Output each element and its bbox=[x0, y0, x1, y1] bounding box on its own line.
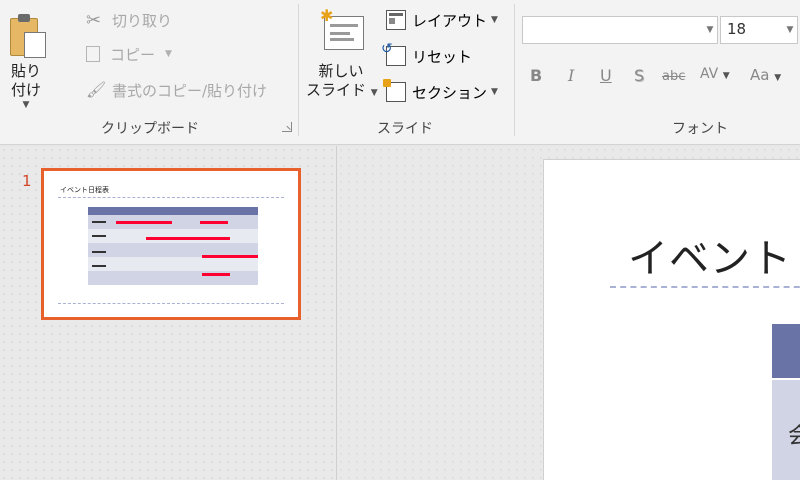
bold-button[interactable]: B bbox=[530, 66, 542, 85]
slide-title[interactable]: イベント bbox=[628, 226, 792, 284]
thumbnail-table-row bbox=[88, 215, 258, 229]
gantt-bar bbox=[146, 237, 230, 240]
slide-number: 1 bbox=[22, 172, 32, 190]
thumbnail-row-label bbox=[92, 265, 106, 267]
scissors-icon: ✂ bbox=[86, 10, 102, 31]
font-name-dropdown-icon[interactable]: ▼ bbox=[703, 17, 717, 43]
slides-group-label: スライド bbox=[377, 121, 433, 137]
reset-label: リセット bbox=[412, 47, 473, 66]
thumbnail-title: イベント日程表 bbox=[60, 186, 109, 194]
slide-title-divider bbox=[610, 286, 800, 288]
character-spacing-label: AV bbox=[700, 66, 719, 82]
character-spacing-button[interactable]: AV ▼ bbox=[700, 66, 730, 82]
format-painter-button[interactable]: 🖌 書式のコピー/貼り付け bbox=[86, 78, 267, 102]
copy-button[interactable]: コピー ▼ bbox=[86, 42, 172, 66]
slide-thumbnail[interactable]: イベント日程表 bbox=[41, 168, 301, 320]
underline-button[interactable]: U bbox=[600, 66, 612, 85]
text-shadow-button[interactable]: S bbox=[634, 66, 644, 85]
gantt-bar bbox=[200, 221, 228, 224]
strikethrough-button[interactable]: abc bbox=[662, 69, 685, 84]
thumbnail-row-label bbox=[92, 235, 106, 237]
thumbnail-row-label bbox=[92, 221, 106, 223]
layout-label: レイアウト bbox=[412, 11, 488, 30]
new-slide-label-line2: スライド bbox=[306, 81, 367, 99]
gantt-bar bbox=[116, 221, 172, 224]
new-slide-button[interactable]: 新しい スライド ▼ bbox=[306, 62, 378, 103]
ribbon: 貼り付け ▼ ✂ 切り取り コピー ▼ 🖌 書式のコピー/貼り付け クリップボー… bbox=[0, 0, 800, 145]
character-spacing-dropdown-icon[interactable]: ▼ bbox=[723, 71, 730, 81]
new-slide-icon[interactable]: ✱ bbox=[320, 8, 366, 52]
new-slide-label-line1: 新しい bbox=[318, 62, 364, 80]
copy-icon bbox=[86, 46, 100, 62]
section-label: セクション bbox=[412, 83, 488, 102]
paste-label: 貼り付け bbox=[10, 62, 41, 99]
section-dropdown-icon[interactable]: ▼ bbox=[491, 87, 498, 97]
thumbnail-table-header bbox=[88, 207, 258, 215]
thumbnail-table-row bbox=[88, 229, 258, 243]
thumbnail-table-row bbox=[88, 257, 258, 271]
section-button[interactable]: セクション ▼ bbox=[383, 79, 498, 104]
thumbnail-table-row bbox=[88, 271, 258, 285]
copy-dropdown-icon[interactable]: ▼ bbox=[165, 49, 172, 59]
cut-label: 切り取り bbox=[112, 11, 173, 30]
change-case-dropdown-icon[interactable]: ▼ bbox=[774, 73, 781, 83]
layout-dropdown-icon[interactable]: ▼ bbox=[491, 15, 498, 25]
clipboard-group-label: クリップボード bbox=[101, 121, 199, 137]
group-divider bbox=[298, 4, 299, 136]
layout-icon bbox=[386, 10, 406, 30]
clipboard-dialog-launcher-icon[interactable] bbox=[282, 122, 292, 132]
gantt-bar bbox=[202, 255, 258, 258]
group-divider bbox=[514, 4, 515, 136]
gantt-bar bbox=[202, 273, 230, 276]
thumbnail-footer-divider bbox=[58, 303, 284, 304]
paste-button[interactable]: 貼り付け ▼ bbox=[4, 62, 48, 110]
font-size-dropdown-icon[interactable]: ▼ bbox=[783, 17, 797, 43]
thumbnail-table bbox=[88, 207, 258, 285]
new-slide-dropdown-icon[interactable]: ▼ bbox=[371, 88, 378, 98]
reset-button[interactable]: リセット bbox=[381, 41, 473, 68]
cut-button[interactable]: ✂ 切り取り bbox=[86, 8, 172, 32]
paintbrush-icon: 🖌 bbox=[86, 80, 107, 99]
slide-canvas[interactable]: イベント 会 bbox=[543, 159, 800, 480]
format-painter-label: 書式のコピー/貼り付け bbox=[112, 81, 268, 100]
change-case-button[interactable]: Aa ▼ bbox=[750, 66, 781, 84]
font-group-label: フォント bbox=[672, 121, 728, 137]
thumbnail-row-label bbox=[92, 251, 106, 253]
font-name-combobox[interactable]: ▼ bbox=[522, 16, 718, 44]
change-case-label: Aa bbox=[750, 66, 770, 84]
slide-table-cell-text[interactable]: 会 bbox=[788, 418, 800, 450]
paste-icon[interactable] bbox=[10, 12, 46, 58]
font-size-combobox[interactable]: 18 ▼ bbox=[720, 16, 798, 44]
thumbnail-title-divider bbox=[58, 197, 284, 198]
font-size-value: 18 bbox=[727, 20, 747, 38]
slide-table-header[interactable] bbox=[772, 324, 800, 378]
reset-icon bbox=[381, 41, 406, 66]
italic-button[interactable]: I bbox=[568, 66, 574, 85]
paste-dropdown-icon[interactable]: ▼ bbox=[4, 100, 48, 110]
section-icon bbox=[383, 79, 406, 102]
layout-button[interactable]: レイアウト ▼ bbox=[386, 8, 498, 32]
copy-label: コピー bbox=[110, 45, 156, 64]
